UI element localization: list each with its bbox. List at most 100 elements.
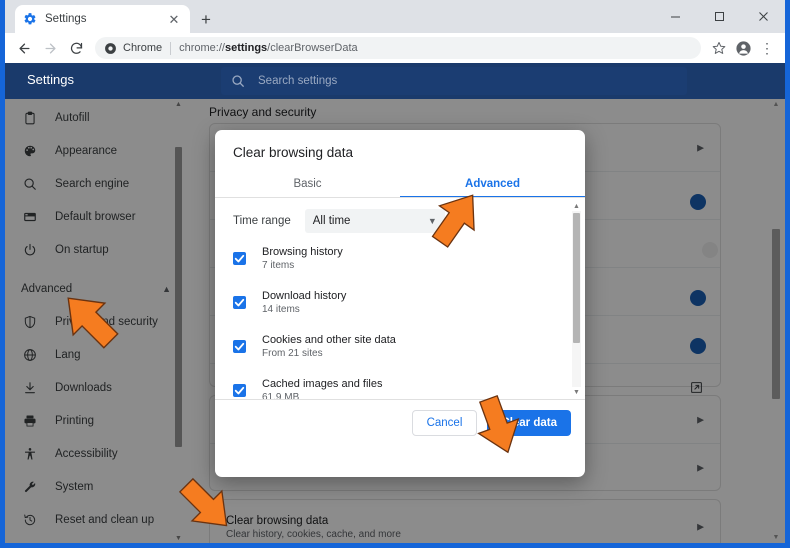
settings-header: Settings Search settings xyxy=(5,63,785,99)
sidebar-item-on-startup[interactable]: On startup xyxy=(5,233,185,266)
toggle-knob xyxy=(690,289,706,306)
scrollbar-thumb[interactable] xyxy=(772,229,780,399)
cancel-button[interactable]: Cancel xyxy=(411,410,478,436)
checkbox-texts: Browsing history 7 items xyxy=(262,246,343,271)
dialog-footer-divider xyxy=(215,399,585,400)
clear-data-button[interactable]: Clear data xyxy=(487,410,571,436)
time-range-value: All time xyxy=(312,215,351,227)
minimize-button[interactable] xyxy=(653,0,697,33)
sidebar-item-reset-and-clean-up[interactable]: Reset and clean up xyxy=(5,503,185,536)
clear-browsing-data-texts: Clear browsing data Clear history, cooki… xyxy=(226,515,401,540)
checkbox-label: Cached images and files xyxy=(262,378,383,390)
dialog-tabs-divider xyxy=(215,197,585,198)
sidebar-item-downloads[interactable]: Downloads xyxy=(5,371,185,404)
sidebar-section-advanced[interactable]: Advanced ▲ xyxy=(5,272,185,305)
search-icon xyxy=(21,175,39,193)
checkbox-row-cookies[interactable]: Cookies and other site data From 21 site… xyxy=(233,334,563,359)
dialog-scrollbar[interactable]: ▲ ▼ xyxy=(572,201,581,397)
sidebar-item-label: Appearance xyxy=(55,144,118,157)
url-suffix: /clearBrowserData xyxy=(267,42,358,54)
dialog-scroll-area: Time range All time ▼ Browsing history 7… xyxy=(215,199,585,399)
omnibox-divider xyxy=(170,41,172,55)
profile-avatar-icon[interactable] xyxy=(731,36,755,60)
close-tab-icon[interactable]: ✕ xyxy=(166,11,182,27)
scroll-down-arrow-icon[interactable]: ▼ xyxy=(771,532,781,543)
tab-advanced[interactable]: Advanced xyxy=(400,170,585,198)
browser-window-icon xyxy=(21,208,39,226)
arrow-right-icon: ▶ xyxy=(697,414,704,424)
maximize-button[interactable] xyxy=(697,0,741,33)
security-chip-label: Chrome xyxy=(123,42,163,54)
clear-browsing-data-card: Clear browsing data Clear history, cooki… xyxy=(209,499,721,543)
checkbox-checked[interactable] xyxy=(233,384,246,397)
checkbox-detail: From 21 sites xyxy=(262,348,323,359)
sidebar-item-label: Downloads xyxy=(55,381,112,394)
checkbox-checked[interactable] xyxy=(233,296,246,309)
sidebar-item-system[interactable]: System xyxy=(5,470,185,503)
sidebar-item-privacy-and-security[interactable]: Privacy and security xyxy=(5,305,185,338)
checkbox-texts: Download history 14 items xyxy=(262,290,346,315)
checkbox-row-browsing-history[interactable]: Browsing history 7 items xyxy=(233,246,563,271)
scroll-up-arrow-icon[interactable]: ▲ xyxy=(572,201,581,211)
checkbox-detail: 14 items xyxy=(262,304,300,315)
clear-browsing-data-title: Clear browsing data xyxy=(226,514,329,527)
chrome-menu-icon[interactable]: ⋮ xyxy=(755,36,779,60)
checkbox-row-download-history[interactable]: Download history 14 items xyxy=(233,290,563,315)
scroll-up-arrow-icon[interactable]: ▲ xyxy=(771,99,781,110)
forward-button-icon[interactable] xyxy=(37,35,63,61)
scroll-down-arrow-icon[interactable]: ▼ xyxy=(174,533,183,543)
tab-basic-label: Basic xyxy=(293,178,322,190)
sidebar-item-label: Privacy and security xyxy=(55,315,158,328)
sidebar-item-search-engine[interactable]: Search engine xyxy=(5,167,185,200)
clipboard-icon xyxy=(21,109,39,127)
address-bar-url: chrome://settings/clearBrowserData xyxy=(179,42,358,54)
sidebar-item-label: Default browser xyxy=(55,210,136,223)
time-range-label: Time range xyxy=(233,215,291,227)
sidebar-item-languages[interactable]: Lang xyxy=(5,338,185,371)
clear-browsing-data-row[interactable]: Clear browsing data Clear history, cooki… xyxy=(210,500,720,543)
tab-strip: Settings ✕ + xyxy=(5,0,785,33)
reload-button-icon[interactable] xyxy=(63,35,89,61)
sidebar-item-appearance[interactable]: Appearance xyxy=(5,134,185,167)
browser-tab-settings[interactable]: Settings ✕ xyxy=(15,5,190,33)
globe-icon xyxy=(21,346,39,364)
time-range-select[interactable]: All time ▼ xyxy=(304,209,445,233)
main-scrollbar[interactable]: ▲ ▼ xyxy=(771,99,781,543)
sidebar-item-accessibility[interactable]: Accessibility xyxy=(5,437,185,470)
toggle-knob xyxy=(702,241,718,258)
search-icon xyxy=(231,74,246,89)
sidebar-scrollbar[interactable]: ▲ ▼ xyxy=(174,99,183,543)
checkbox-texts: Cookies and other site data From 21 site… xyxy=(262,334,396,359)
scroll-up-arrow-icon[interactable]: ▲ xyxy=(174,99,183,109)
settings-sidebar: Autofill Appearance Search engine Defaul… xyxy=(5,99,185,543)
bookmark-star-icon[interactable] xyxy=(707,36,731,60)
arrow-right-icon: ▶ xyxy=(697,521,704,532)
sidebar-item-autofill[interactable]: Autofill xyxy=(5,101,185,134)
clear-browsing-data-subtitle: Clear history, cookies, cache, and more xyxy=(226,528,401,540)
close-window-button[interactable] xyxy=(741,0,785,33)
checkbox-row-cached-images[interactable]: Cached images and files 61.9 MB xyxy=(233,378,563,399)
url-bold-part: settings xyxy=(224,42,268,54)
clear-browsing-data-dialog: Clear browsing data Basic Advanced Time … xyxy=(215,130,585,477)
new-tab-button[interactable]: + xyxy=(195,8,217,30)
time-range-row: Time range All time ▼ xyxy=(233,209,445,233)
settings-app-title: Settings xyxy=(27,72,74,87)
history-restore-icon xyxy=(21,511,39,529)
browser-toolbar: Chrome chrome://settings/clearBrowserDat… xyxy=(5,33,785,63)
back-button-icon[interactable] xyxy=(11,35,37,61)
tab-basic[interactable]: Basic xyxy=(215,170,400,198)
scrollbar-thumb[interactable] xyxy=(573,213,580,343)
sidebar-item-label: Accessibility xyxy=(55,447,118,460)
address-bar[interactable]: Chrome chrome://settings/clearBrowserDat… xyxy=(95,37,701,59)
scrollbar-thumb[interactable] xyxy=(175,147,182,447)
checkbox-label: Browsing history xyxy=(262,246,343,258)
settings-search-box[interactable]: Search settings xyxy=(221,67,687,95)
checkbox-checked[interactable] xyxy=(233,340,246,353)
search-placeholder-text: Search settings xyxy=(258,75,338,87)
dialog-title: Clear browsing data xyxy=(233,145,354,160)
sidebar-item-label: Printing xyxy=(55,414,94,427)
scroll-down-arrow-icon[interactable]: ▼ xyxy=(572,387,581,397)
sidebar-item-printing[interactable]: Printing xyxy=(5,404,185,437)
checkbox-checked[interactable] xyxy=(233,252,246,265)
sidebar-item-default-browser[interactable]: Default browser xyxy=(5,200,185,233)
